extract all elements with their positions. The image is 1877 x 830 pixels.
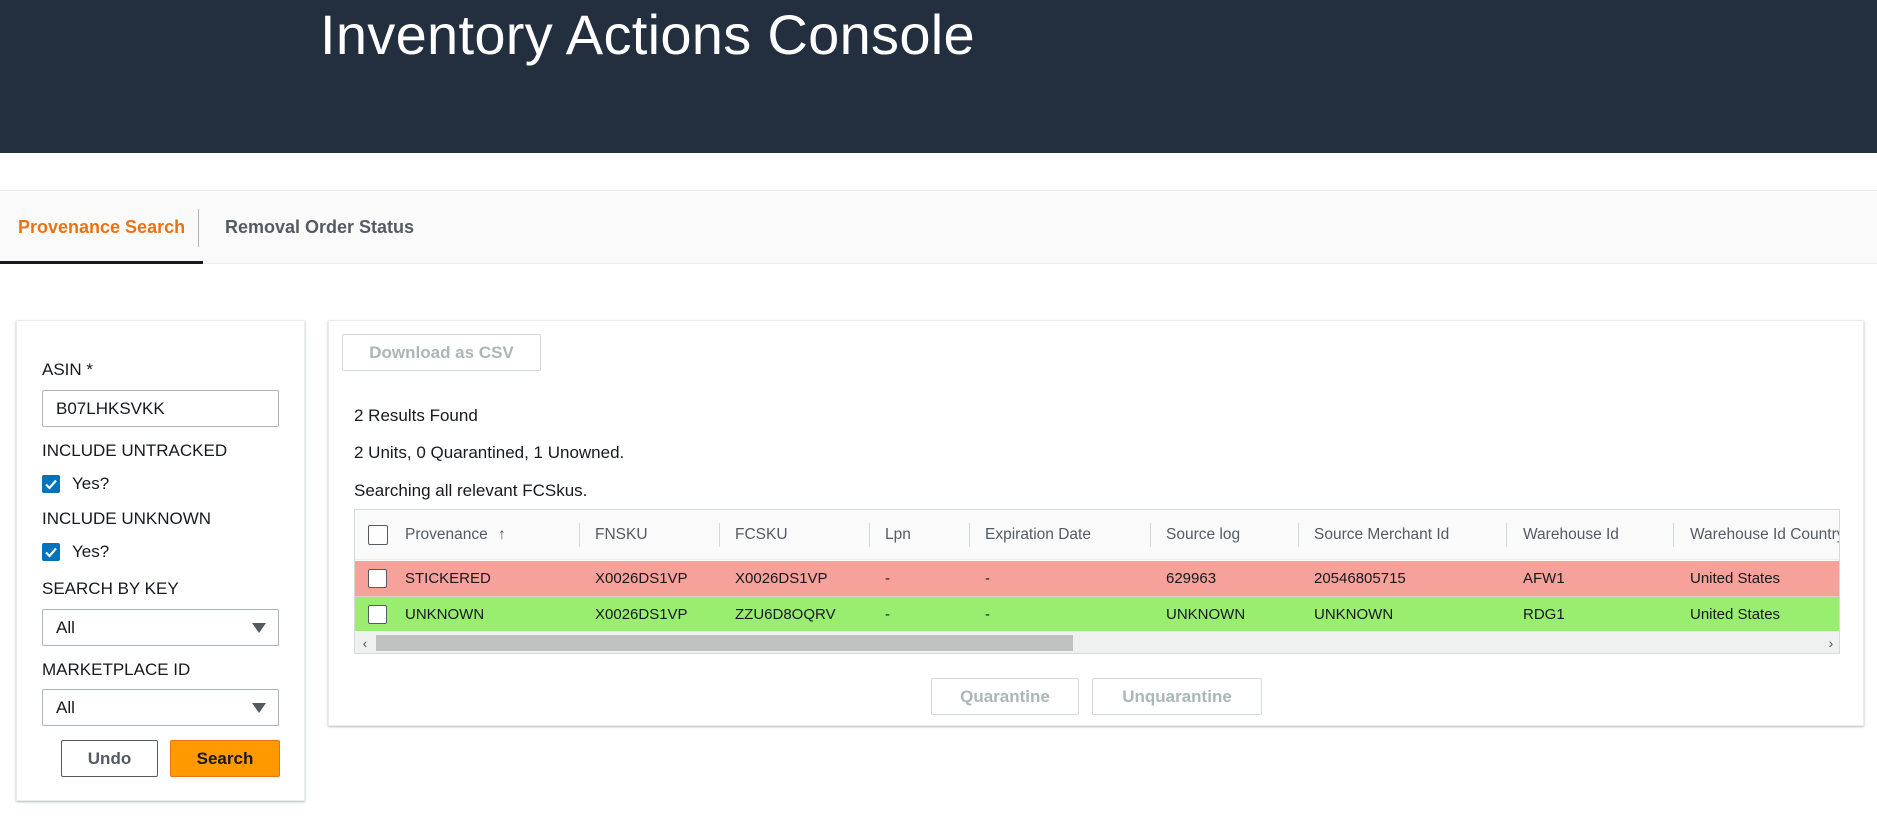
include-unknown-option: Yes? [72, 542, 110, 561]
include-untracked-checkbox[interactable] [42, 475, 60, 493]
table-row[interactable]: STICKERED X0026DS1VP X0026DS1VP - - 6299… [355, 561, 1839, 596]
results-panel: Download as CSV 2 Results Found 2 Units,… [328, 320, 1864, 726]
cell-warehouse-country: United States [1690, 606, 1781, 623]
column-header-lpn[interactable]: Lpn [885, 510, 911, 560]
cell-source-log: 629963 [1166, 570, 1217, 587]
select-all-checkbox[interactable] [368, 525, 388, 545]
marketplace-id-value: All [56, 698, 75, 717]
cell-provenance: STICKERED [405, 570, 491, 587]
column-divider[interactable] [1298, 523, 1299, 547]
cell-lpn: - [885, 606, 890, 623]
column-divider[interactable] [1506, 523, 1507, 547]
column-header-provenance[interactable]: Provenance ↑ [405, 510, 506, 560]
cell-lpn: - [885, 570, 890, 587]
cell-fcsku: ZZU6D8OQRV [735, 606, 836, 623]
horizontal-scrollbar[interactable]: ‹ › [355, 632, 1839, 653]
undo-button[interactable]: Undo [61, 740, 158, 777]
search-by-key-select[interactable]: All [42, 609, 279, 646]
column-header-expiration-date[interactable]: Expiration Date [985, 510, 1091, 560]
search-by-key-label: SEARCH BY KEY [42, 579, 179, 598]
tab-bar: Provenance Search Removal Order Status [0, 190, 1877, 264]
cell-source-merchant-id: UNKNOWN [1314, 606, 1394, 623]
column-divider[interactable] [969, 523, 970, 547]
unquarantine-button[interactable]: Unquarantine [1092, 678, 1262, 715]
tab-provenance-search[interactable]: Provenance Search [0, 191, 204, 264]
cell-fnsku: X0026DS1VP [595, 606, 688, 623]
tab-removal-order-status[interactable]: Removal Order Status [207, 191, 432, 264]
page-header: Inventory Actions Console [0, 0, 1877, 153]
sort-ascending-icon: ↑ [498, 526, 506, 543]
results-scope: Searching all relevant FCSkus. [354, 481, 588, 500]
column-header-warehouse-id-country[interactable]: Warehouse Id Country [1690, 510, 1839, 560]
table-header: Provenance ↑ FNSKU FCSKU Lpn Expiration … [355, 510, 1839, 560]
column-divider[interactable] [1673, 523, 1674, 547]
cell-provenance: UNKNOWN [405, 606, 485, 623]
download-csv-button[interactable]: Download as CSV [342, 334, 541, 371]
include-unknown-label: INCLUDE UNKNOWN [42, 509, 212, 528]
cell-source-log: UNKNOWN [1166, 606, 1246, 623]
results-summary: 2 Units, 0 Quarantined, 1 Unowned. [354, 443, 625, 462]
column-header-warehouse-id[interactable]: Warehouse Id [1523, 510, 1619, 560]
row-checkbox[interactable] [368, 569, 387, 588]
cell-warehouse-id: AFW1 [1523, 570, 1565, 587]
caret-down-icon [252, 623, 266, 633]
include-untracked-label: INCLUDE UNTRACKED [42, 441, 228, 460]
cell-source-merchant-id: 20546805715 [1314, 570, 1406, 587]
asin-input[interactable]: B07LHKSVKK [42, 390, 279, 427]
tab-divider [198, 209, 199, 247]
include-untracked-option: Yes? [72, 474, 110, 493]
cell-expiration-date: - [985, 570, 990, 587]
search-button[interactable]: Search [170, 740, 280, 777]
column-header-fcsku[interactable]: FCSKU [735, 510, 788, 560]
cell-expiration-date: - [985, 606, 990, 623]
results-count: 2 Results Found [354, 406, 478, 425]
cell-fnsku: X0026DS1VP [595, 570, 688, 587]
column-header-source-merchant-id[interactable]: Source Merchant Id [1314, 510, 1449, 560]
search-filter-panel: ASIN * B07LHKSVKK INCLUDE UNTRACKED Yes?… [16, 320, 305, 801]
include-untracked-checkbox-row[interactable]: Yes? [42, 474, 109, 494]
column-header-fnsku[interactable]: FNSKU [595, 510, 648, 560]
column-divider[interactable] [719, 523, 720, 547]
search-by-key-value: All [56, 618, 75, 637]
column-divider[interactable] [1150, 523, 1151, 547]
column-header-source-log[interactable]: Source log [1166, 510, 1240, 560]
cell-fcsku: X0026DS1VP [735, 570, 828, 587]
scrollbar-thumb[interactable] [376, 635, 1073, 651]
page-title: Inventory Actions Console [320, 3, 975, 66]
results-table: Provenance ↑ FNSKU FCSKU Lpn Expiration … [354, 509, 1840, 654]
quarantine-button[interactable]: Quarantine [931, 678, 1079, 715]
scroll-right-icon[interactable]: › [1821, 632, 1839, 653]
include-unknown-checkbox[interactable] [42, 543, 60, 561]
cell-warehouse-id: RDG1 [1523, 606, 1565, 623]
column-divider[interactable] [579, 523, 580, 547]
row-checkbox[interactable] [368, 605, 387, 624]
caret-down-icon [252, 703, 266, 713]
check-icon [45, 547, 57, 558]
asin-label: ASIN * [42, 360, 94, 379]
include-unknown-checkbox-row[interactable]: Yes? [42, 542, 109, 562]
table-row[interactable]: UNKNOWN X0026DS1VP ZZU6D8OQRV - - UNKNOW… [355, 596, 1839, 631]
scroll-left-icon[interactable]: ‹ [355, 632, 375, 653]
marketplace-id-label: MARKETPLACE ID [42, 660, 191, 679]
marketplace-id-select[interactable]: All [42, 689, 279, 726]
check-icon [45, 479, 57, 490]
cell-warehouse-country: United States [1690, 570, 1781, 587]
column-divider[interactable] [869, 523, 870, 547]
